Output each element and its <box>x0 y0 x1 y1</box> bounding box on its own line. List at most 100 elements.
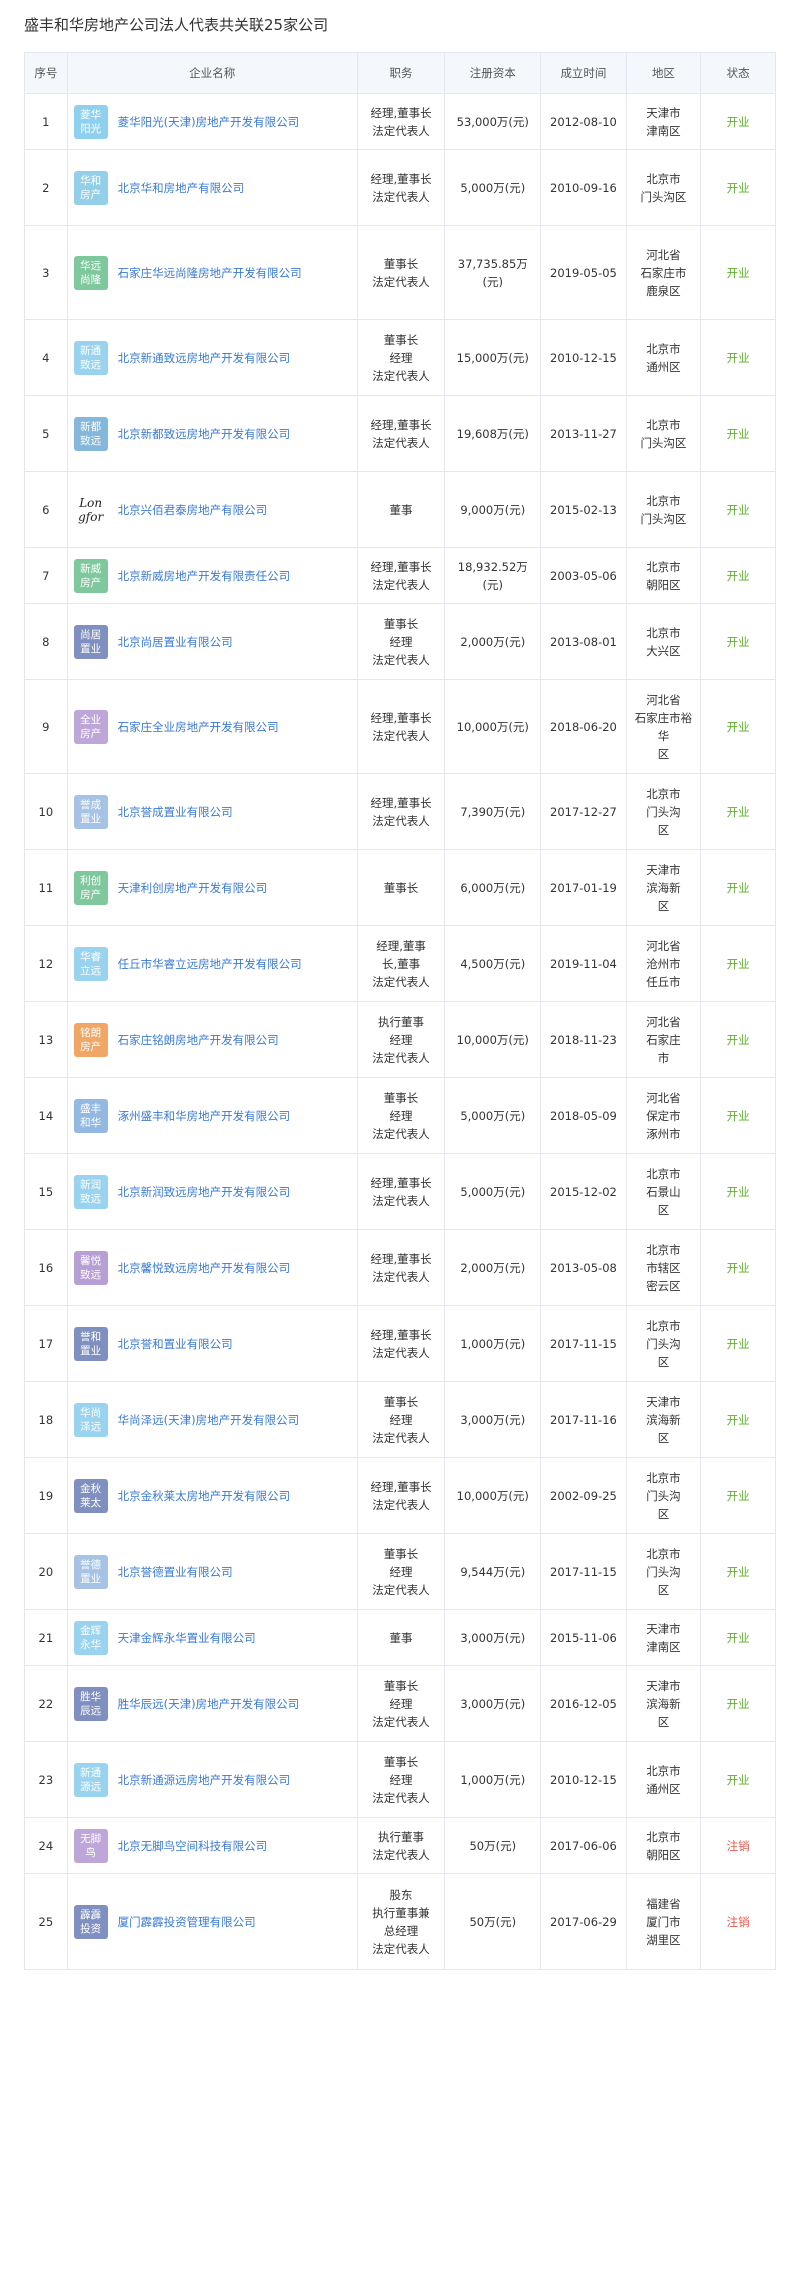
company-name-link[interactable]: 石家庄铭朗房地产开发有限公司 <box>118 1031 279 1049</box>
status-badge: 开业 <box>726 956 750 971</box>
header-company: 企业名称 <box>66 52 358 94</box>
company-logo-icon[interactable]: 铭朗 房产 <box>73 1022 108 1057</box>
company-logo-icon[interactable]: 华远 尚隆 <box>73 255 108 290</box>
company-name-link[interactable]: 石家庄华远尚隆房地产开发有限公司 <box>118 264 302 282</box>
cell-region: 北京市 门头沟 区 <box>625 773 702 850</box>
company-name-link[interactable]: 北京尚居置业有限公司 <box>118 633 233 651</box>
company-logo-icon[interactable]: 尚居 置业 <box>73 624 108 659</box>
cell-established-text: 2018-06-20 <box>550 719 617 734</box>
company-logo-icon[interactable]: 华睿 立远 <box>73 946 108 981</box>
cell-position: 经理,董事长 法定代表人 <box>356 395 446 472</box>
cell-established: 2010-12-15 <box>540 319 627 396</box>
cell-region: 河北省 石家庄市裕华 区 <box>625 679 702 774</box>
cell-index-text: 14 <box>38 1108 54 1123</box>
cell-status: 开业 <box>700 679 776 774</box>
company-name-link[interactable]: 北京馨悦致远房地产开发有限公司 <box>118 1259 291 1277</box>
company-logo-icon[interactable]: Longfor <box>73 492 108 527</box>
company-logo-icon[interactable]: 馨悦 致远 <box>73 1250 108 1285</box>
company-logo-icon[interactable]: 新都 致远 <box>73 416 108 451</box>
company-logo-icon[interactable]: 金辉 永华 <box>73 1620 108 1655</box>
cell-index: 25 <box>24 1873 68 1970</box>
company-logo-icon[interactable]: 盛丰 和华 <box>73 1098 108 1133</box>
company-name-link[interactable]: 厦门霹霹投资管理有限公司 <box>118 1913 256 1931</box>
company-logo-icon[interactable]: 誉和 置业 <box>73 1326 108 1361</box>
company-logo-icon[interactable]: 誉成 置业 <box>73 794 108 829</box>
company-name-link[interactable]: 华尚泽远(天津)房地产开发有限公司 <box>118 1411 299 1429</box>
company-name-link[interactable]: 北京新通致远房地产开发有限公司 <box>118 349 291 367</box>
cell-established-text: 2017-11-15 <box>550 1336 617 1351</box>
company-logo-icon[interactable]: 无脚 鸟 <box>73 1828 108 1863</box>
company-name-link[interactable]: 北京华和房地产有限公司 <box>118 179 245 197</box>
cell-capital-text: 3,000万(元) <box>460 1696 526 1711</box>
company-logo-icon[interactable]: 全业 房产 <box>73 709 108 744</box>
cell-position: 经理,董事长 法定代表人 <box>356 1305 446 1382</box>
company-logo-icon[interactable]: 新威 房产 <box>73 558 108 593</box>
cell-established: 2018-05-09 <box>540 1077 627 1154</box>
cell-established: 2017-11-15 <box>540 1305 627 1382</box>
company-name-link[interactable]: 北京新通源远房地产开发有限公司 <box>118 1771 291 1789</box>
cell-capital-text: 5,000万(元) <box>460 180 526 195</box>
cell-position: 董事长 经理 法定代表人 <box>356 1533 446 1610</box>
cell-capital-text: 3,000万(元) <box>460 1412 526 1427</box>
cell-index-text: 13 <box>38 1032 54 1047</box>
company-name-link[interactable]: 菱华阳光(天津)房地产开发有限公司 <box>118 113 299 131</box>
cell-region-text: 河北省 石家庄 市 <box>646 1014 681 1065</box>
cell-company: 菱华 阳光 菱华阳光(天津)房地产开发有限公司 <box>66 93 358 150</box>
company-name-link[interactable]: 北京金秋莱太房地产开发有限公司 <box>118 1487 291 1505</box>
cell-position-text: 经理,董事长 法定代表人 <box>370 1175 432 1208</box>
company-name-link[interactable]: 石家庄全业房地产开发有限公司 <box>118 718 279 736</box>
company-name-link[interactable]: 任丘市华睿立远房地产开发有限公司 <box>118 955 302 973</box>
company-logo-icon[interactable]: 新通 致远 <box>73 340 108 375</box>
company-logo-icon[interactable]: 霹霹 投资 <box>73 1904 108 1939</box>
company-name-link[interactable]: 北京新都致远房地产开发有限公司 <box>118 425 291 443</box>
cell-region: 北京市 门头沟区 <box>625 471 702 548</box>
cell-status: 开业 <box>700 395 776 472</box>
cell-capital: 10,000万(元) <box>444 679 542 774</box>
cell-established: 2015-11-06 <box>540 1609 627 1666</box>
company-logo-icon[interactable]: 新通 源远 <box>73 1762 108 1797</box>
cell-established-text: 2017-12-27 <box>550 804 617 819</box>
cell-established-text: 2019-05-05 <box>550 265 617 280</box>
cell-capital-text: 2,000万(元) <box>460 1260 526 1275</box>
company-logo-icon[interactable]: 誉德 置业 <box>73 1554 108 1589</box>
cell-region: 天津市 津南区 <box>625 1609 702 1666</box>
company-name-link[interactable]: 胜华辰远(天津)房地产开发有限公司 <box>118 1695 299 1713</box>
cell-region: 北京市 石景山 区 <box>625 1153 702 1230</box>
company-logo-icon[interactable]: 利创 房产 <box>73 870 108 905</box>
company-logo-icon[interactable]: 新润 致远 <box>73 1174 108 1209</box>
company-name-link[interactable]: 北京誉德置业有限公司 <box>118 1563 233 1581</box>
company-logo-icon[interactable]: 胜华 辰远 <box>73 1686 108 1721</box>
company-name-link[interactable]: 北京新润致远房地产开发有限公司 <box>118 1183 291 1201</box>
cell-established: 2010-09-16 <box>540 149 627 226</box>
cell-index: 13 <box>24 1001 68 1078</box>
table-row: 21 金辉 永华 天津金辉永华置业有限公司 董事 3,000万(元) 2015-11-06… <box>24 1609 776 1666</box>
cell-status: 开业 <box>700 547 776 604</box>
company-logo-icon[interactable]: 华尚 泽远 <box>73 1402 108 1437</box>
company-name-link[interactable]: 北京誉和置业有限公司 <box>118 1335 233 1353</box>
company-name-wrap: 霹霹 投资 厦门霹霹投资管理有限公司 <box>73 1904 351 1939</box>
status-badge: 开业 <box>726 1108 750 1123</box>
company-name-link[interactable]: 北京誉成置业有限公司 <box>118 803 233 821</box>
cell-position: 董事长 经理 法定代表人 <box>356 1665 446 1742</box>
cell-position: 股东 执行董事兼 总经理 法定代表人 <box>356 1873 446 1970</box>
cell-established-text: 2015-12-02 <box>550 1184 617 1199</box>
cell-index-text: 19 <box>38 1488 54 1503</box>
company-logo-icon[interactable]: 菱华 阳光 <box>73 104 108 139</box>
cell-capital-text: 7,390万(元) <box>460 804 526 819</box>
company-name-link[interactable]: 涿州盛丰和华房地产开发有限公司 <box>118 1107 291 1125</box>
company-name-link[interactable]: 北京无脚鸟空间科技有限公司 <box>118 1837 268 1855</box>
cell-capital: 7,390万(元) <box>444 773 542 850</box>
cell-capital-text: 37,735.85万 (元) <box>457 256 528 289</box>
cell-capital-text: 6,000万(元) <box>460 880 526 895</box>
company-logo-icon[interactable]: 华和 房产 <box>73 170 108 205</box>
company-name-link[interactable]: 天津金辉永华置业有限公司 <box>118 1629 256 1647</box>
company-name-link[interactable]: 天津利创房地产开发有限公司 <box>118 879 268 897</box>
company-name-link[interactable]: 北京新威房地产开发有限责任公司 <box>118 567 291 585</box>
table-header-row: 序号 企业名称 职务 注册资本 成立时间 地区 状态 <box>24 52 776 94</box>
company-logo-icon[interactable]: 金秋 莱太 <box>73 1478 108 1513</box>
status-badge: 开业 <box>726 265 750 280</box>
cell-region: 河北省 沧州市 任丘市 <box>625 925 702 1002</box>
cell-status: 开业 <box>700 1229 776 1306</box>
cell-index-text: 25 <box>38 1914 54 1929</box>
company-name-link[interactable]: 北京兴佰君泰房地产有限公司 <box>118 501 268 519</box>
